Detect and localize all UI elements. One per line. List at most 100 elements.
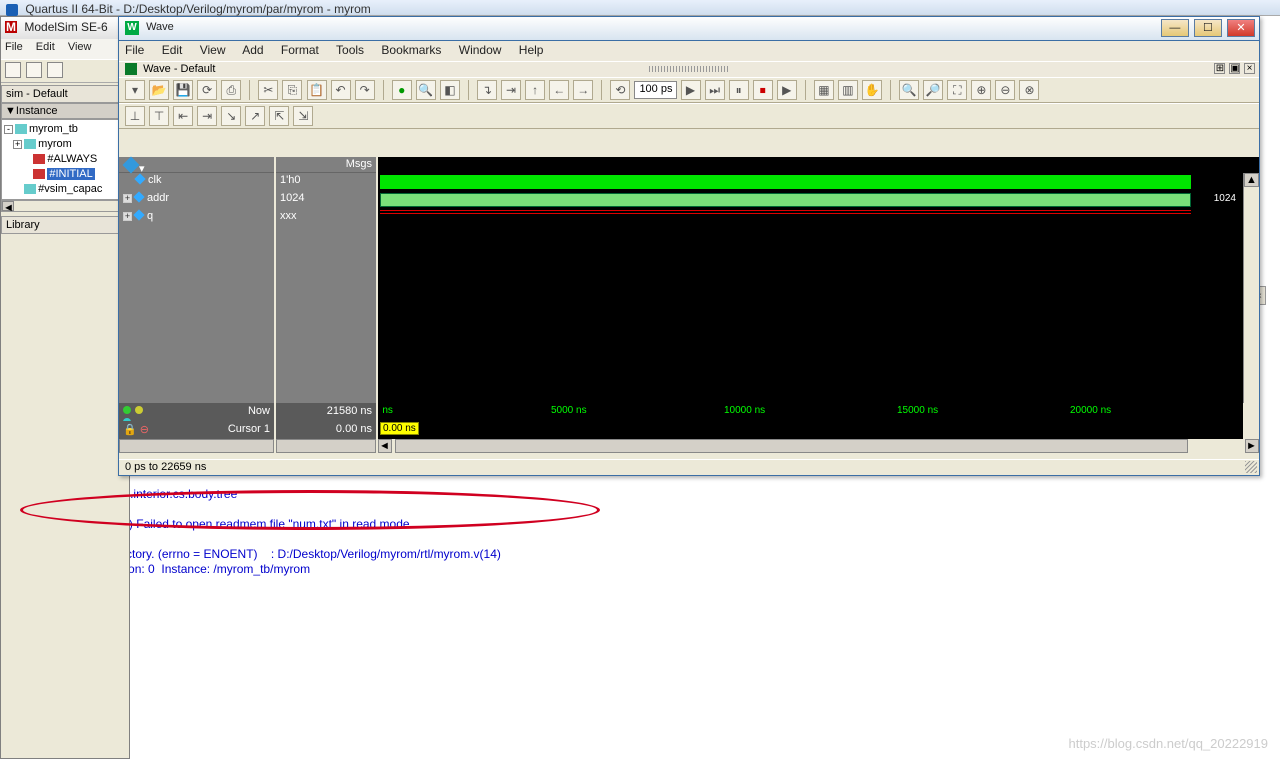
menu-format[interactable]: Format [281,43,319,57]
signal-row[interactable]: clk [119,173,274,191]
step-over-icon[interactable]: ↴ [477,80,497,100]
tree-node[interactable]: +myrom [4,137,126,152]
hand-icon[interactable]: ✋ [862,80,882,100]
zoom-other-icon[interactable]: ⊗ [1019,80,1039,100]
continue-icon[interactable]: ▶ [777,80,797,100]
step-into-icon[interactable]: ⇥ [501,80,521,100]
left-icon[interactable]: ← [549,80,569,100]
first-edge-icon[interactable]: ⇱ [269,106,289,126]
time-input[interactable]: 100 ps [634,81,677,99]
signal-row[interactable]: +addr [119,191,274,209]
undo-icon[interactable]: ↶ [331,80,351,100]
scroll-up-icon[interactable]: ▲ [1244,173,1259,187]
tool-save-icon[interactable] [47,62,63,78]
run-all-icon[interactable]: ⏭ [705,80,725,100]
save-icon[interactable]: 💾 [173,80,193,100]
waveform-hscroll[interactable]: ◄ ► [378,439,1259,455]
tree-node[interactable]: -myrom_tb [4,122,126,137]
prev-edge-icon[interactable]: ⇤ [173,106,193,126]
cursor-marker[interactable]: 0.00 ns [380,422,419,435]
open-icon[interactable]: 📂 [149,80,169,100]
cursor-add-icon[interactable]: ⊥ [125,106,145,126]
undock-icon[interactable]: ▣ [1229,63,1240,74]
cursor-del-icon[interactable]: ⊖ [140,424,149,436]
menu-edit[interactable]: Edit [162,43,183,57]
layout-icon[interactable]: ▦ [814,80,834,100]
copy-icon[interactable]: ⎘ [282,80,302,100]
tool-open-icon[interactable] [26,62,42,78]
minimize-button[interactable]: — [1161,19,1189,37]
menu-bookmarks[interactable]: Bookmarks [381,43,441,57]
signal-header[interactable]: ▾ [119,157,274,173]
zoom-cursor-icon[interactable]: ⊕ [971,80,991,100]
up-icon[interactable]: ↑ [525,80,545,100]
tree-node[interactable]: #ALWAYS [4,152,126,167]
last-edge-icon[interactable]: ⇲ [293,106,313,126]
right-icon[interactable]: → [573,80,593,100]
sig-hscroll[interactable] [119,439,274,455]
wave-menubar[interactable]: File Edit View Add Format Tools Bookmark… [119,41,1259,61]
zoom-full-icon[interactable]: ⛶ [947,80,967,100]
sim-panel-header[interactable]: sim - Default × [1,85,129,103]
menu-edit[interactable]: Edit [36,41,55,53]
maximize-button[interactable]: ☐ [1194,19,1222,37]
menu-view[interactable]: View [68,41,92,53]
wave-titlebar[interactable]: W Wave — ☐ ✕ [119,17,1259,41]
run-icon[interactable]: ● [392,80,412,100]
lock-icon[interactable]: 🔒 [123,424,137,436]
paste-icon[interactable]: 📋 [307,80,327,100]
modelsim-menubar[interactable]: File Edit View [1,39,129,59]
menu-window[interactable]: Window [459,43,502,57]
close-icon[interactable]: × [1244,63,1255,74]
menu-add[interactable]: Add [242,43,263,57]
next-falling-icon[interactable]: ↗ [245,106,265,126]
value-header[interactable]: Msgs [276,157,376,173]
cursor-value: 0.00 ns [276,421,376,439]
instance-column-header[interactable]: ▼Instance [1,103,129,119]
break-icon[interactable]: ⏸ [729,80,749,100]
time-ruler[interactable]: ns5000 ns10000 ns15000 ns20000 ns [378,403,1243,421]
scroll-left-icon[interactable]: ◄ [378,439,392,453]
menu-view[interactable]: View [200,43,226,57]
zoom-in-icon[interactable]: 🔍 [899,80,919,100]
instance-tree[interactable]: -myrom_tb +myrom #ALWAYS #INITIAL #vsim_… [1,119,129,200]
cursor-del-icon[interactable]: ⊤ [149,106,169,126]
wave-sub-header[interactable]: Wave - Default ⊞ ▣ × [119,61,1259,77]
run-length-icon[interactable]: ▶ [681,80,701,100]
val-hscroll[interactable] [276,439,376,455]
new-icon[interactable]: ▾ [125,80,145,100]
redo-icon[interactable]: ↷ [355,80,375,100]
restart-icon[interactable]: ⟲ [610,80,630,100]
waveform-vscroll[interactable]: ▲ [1243,173,1259,403]
next-edge-icon[interactable]: ⇥ [197,106,217,126]
modelsim-titlebar[interactable]: M ModelSim SE-6 [1,17,129,39]
cut-icon[interactable]: ✂ [258,80,278,100]
library-panel-header[interactable]: Library × [1,216,129,234]
print-icon[interactable]: ⎙ [221,80,241,100]
tree-node[interactable]: #vsim_capac [4,182,126,197]
find-icon[interactable]: 🔍 [416,80,436,100]
zoom-out-icon[interactable]: 🔎 [923,80,943,100]
signal-row[interactable]: +q [119,209,274,227]
reload-icon[interactable]: ⟳ [197,80,217,100]
tree-node[interactable]: #INITIAL [4,167,126,182]
dock-icon[interactable]: ⊞ [1214,63,1225,74]
toggle-icon[interactable]: ◧ [440,80,460,100]
tree-hscroll[interactable]: ◄ [1,200,129,212]
prev-falling-icon[interactable]: ↘ [221,106,241,126]
resize-grip[interactable] [1245,461,1257,473]
menu-tools[interactable]: Tools [336,43,364,57]
scroll-left-icon[interactable]: ◄ [2,201,14,211]
menu-help[interactable]: Help [519,43,544,57]
cursor-line[interactable]: 0.00 ns [378,421,1243,439]
tool-new-icon[interactable] [5,62,21,78]
scroll-right-icon[interactable]: ► [1245,439,1259,453]
layout2-icon[interactable]: ▥ [838,80,858,100]
stop-icon[interactable]: ⏹ [753,80,773,100]
close-button[interactable]: ✕ [1227,19,1255,37]
menu-file[interactable]: File [125,43,144,57]
menu-file[interactable]: File [5,41,23,53]
zoom-range-icon[interactable]: ⊖ [995,80,1015,100]
waveform-canvas[interactable]: 1024 [378,173,1243,403]
drag-handle[interactable] [649,66,729,72]
